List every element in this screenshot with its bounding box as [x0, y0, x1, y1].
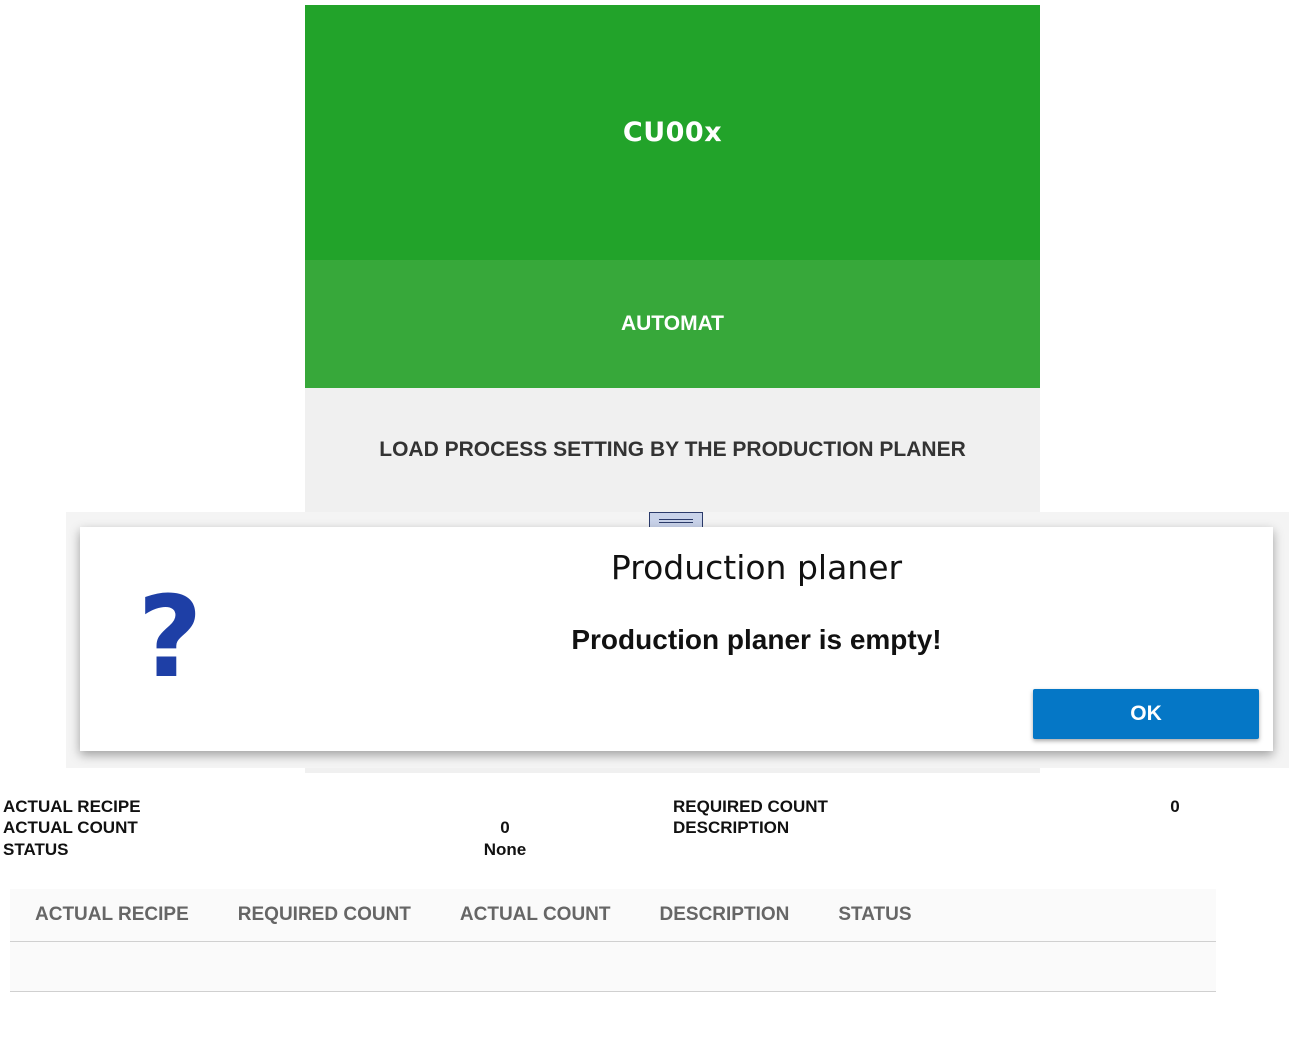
ok-button-label: OK [1130, 702, 1162, 725]
load-process-setting-button[interactable]: LOAD PROCESS SETTING BY THE PRODUCTION P… [305, 388, 1040, 512]
status-label: STATUS [3, 840, 69, 859]
machine-title: CU00x [622, 117, 723, 148]
mode-indicator: AUTOMAT [305, 260, 1040, 388]
ok-button[interactable]: OK [1033, 689, 1259, 739]
actual-recipe-label: ACTUAL RECIPE [3, 797, 141, 816]
status-value: None [483, 840, 527, 859]
description-label: DESCRIPTION [673, 818, 790, 837]
actual-count-value: 0 [500, 818, 510, 837]
drag-handle-line [659, 519, 693, 520]
actual-count-label: ACTUAL COUNT [3, 818, 138, 837]
required-count-value: 0 [1170, 797, 1180, 816]
table-body-empty-row [10, 942, 1216, 992]
drag-handle-line [659, 522, 693, 523]
table-header: ACTUAL RECIPE REQUIRED COUNT ACTUAL COUN… [10, 889, 1216, 942]
column-header-description[interactable]: DESCRIPTION [660, 904, 790, 926]
production-table: ACTUAL RECIPE REQUIRED COUNT ACTUAL COUN… [10, 889, 1216, 992]
column-header-actual-count[interactable]: ACTUAL COUNT [460, 904, 611, 926]
column-header-actual-recipe[interactable]: ACTUAL RECIPE [35, 904, 189, 926]
mode-label: AUTOMAT [620, 312, 725, 335]
question-icon: ? [137, 573, 203, 703]
machine-title-panel: CU00x [305, 5, 1040, 260]
column-header-required-count[interactable]: REQUIRED COUNT [238, 904, 411, 926]
required-count-label: REQUIRED COUNT [673, 797, 828, 816]
column-header-status[interactable]: STATUS [838, 904, 911, 926]
load-process-setting-label: LOAD PROCESS SETTING BY THE PRODUCTION P… [379, 438, 966, 461]
